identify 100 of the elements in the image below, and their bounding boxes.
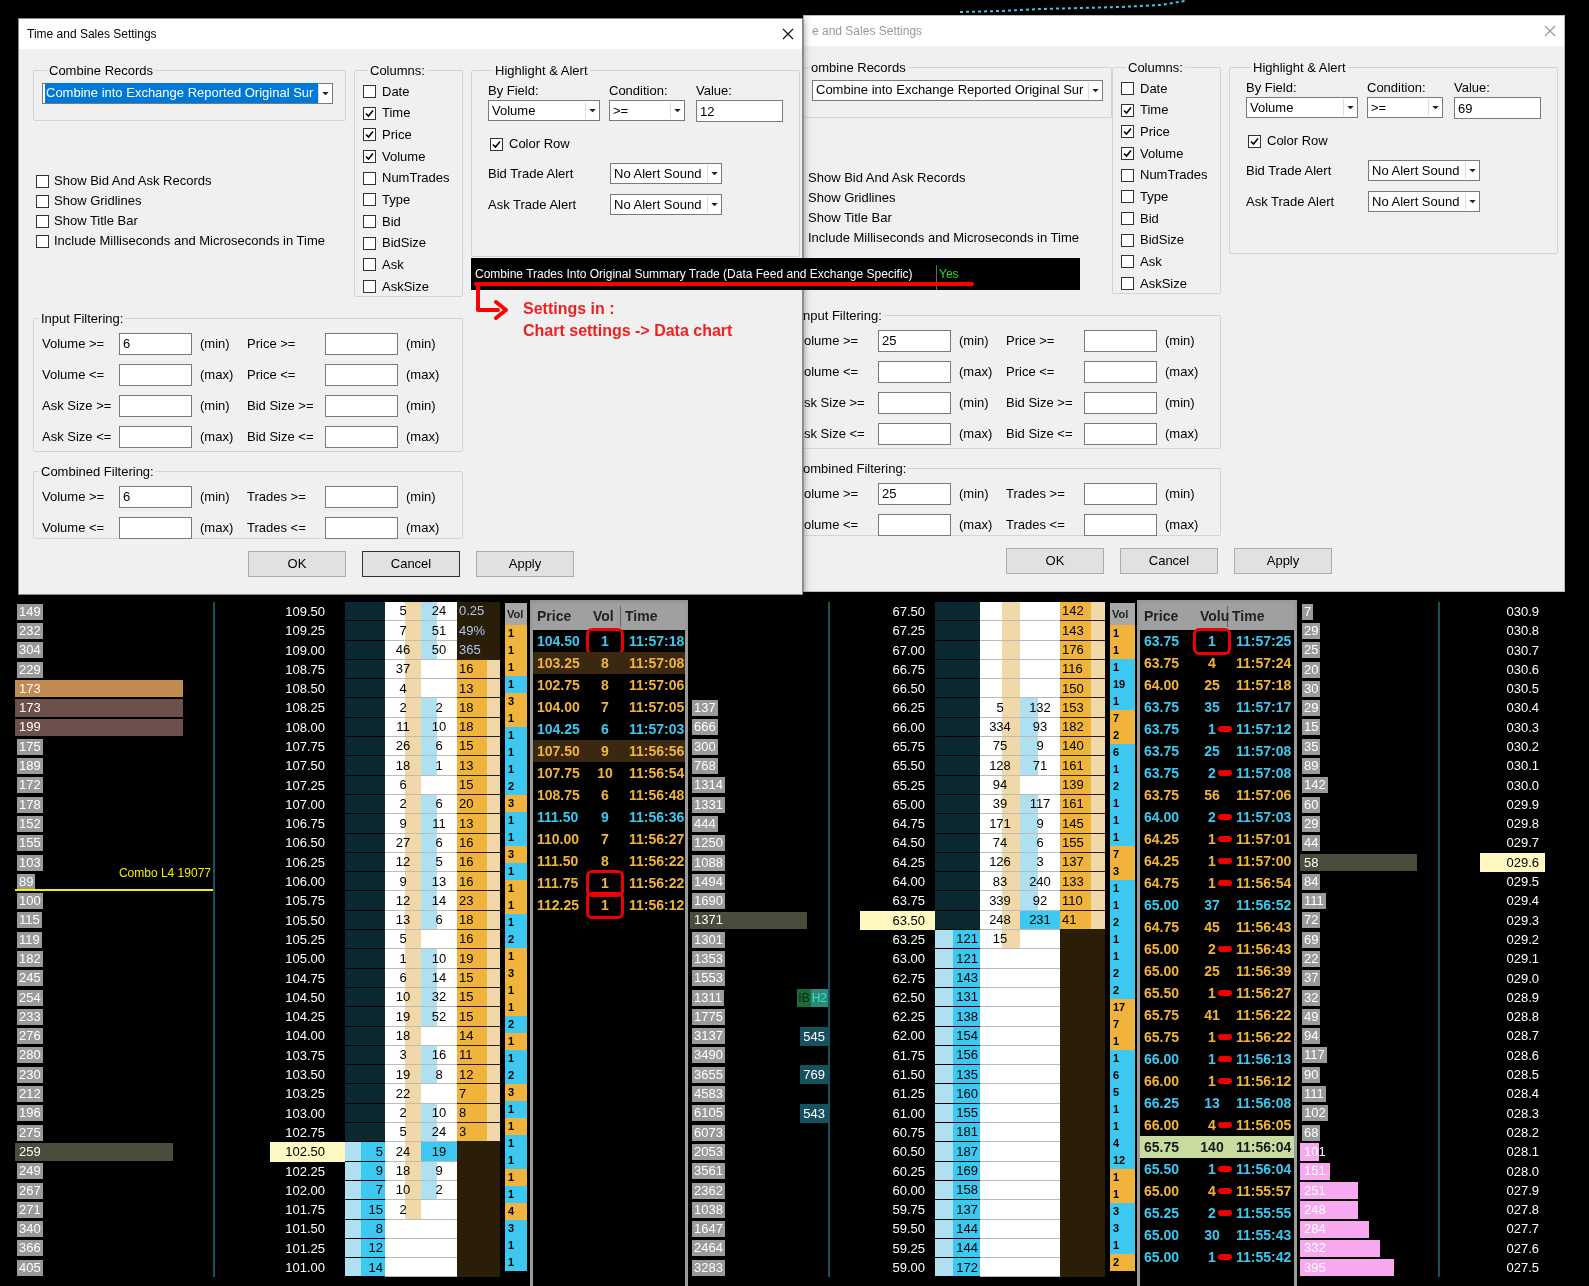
price-cell-text: 63.00 — [891, 950, 926, 969]
checkbox[interactable] — [363, 280, 376, 294]
text-field[interactable]: 69 — [1454, 97, 1541, 119]
field-label: Bid Size >= — [247, 396, 315, 415]
setting-name: Combine Trades Into Original Summary Trade (Data Feed and Exchange Specific) — [471, 265, 937, 290]
checkbox[interactable] — [1121, 103, 1134, 117]
option-label: Show Gridlines — [808, 189, 896, 208]
text-field[interactable] — [119, 363, 192, 386]
dialog-button[interactable]: OK — [1006, 548, 1104, 574]
trade-price: 66.00 — [1143, 1071, 1181, 1091]
text-field[interactable] — [878, 422, 951, 445]
field-label: Price >= — [1006, 331, 1056, 350]
text-field[interactable] — [1084, 513, 1157, 536]
profile-value: 249 — [17, 1163, 43, 1180]
text-field[interactable] — [1084, 422, 1157, 445]
checkbox[interactable] — [1121, 255, 1134, 269]
checkbox[interactable] — [1121, 233, 1134, 247]
text-field[interactable] — [325, 363, 398, 386]
checkbox[interactable] — [1121, 146, 1134, 160]
text-field[interactable] — [119, 394, 192, 417]
dropdown[interactable]: Combine into Exchange Reported Original Sur — [812, 79, 1103, 101]
checkbox[interactable] — [1248, 134, 1261, 148]
checkbox[interactable] — [1121, 190, 1134, 204]
checkbox[interactable] — [363, 214, 376, 228]
dropdown[interactable]: Volume — [1246, 97, 1358, 118]
text-field[interactable]: 12 — [696, 100, 783, 122]
text-field[interactable]: 25 — [878, 482, 951, 505]
checkbox[interactable] — [363, 258, 376, 272]
checkbox[interactable] — [36, 194, 49, 208]
checkbox[interactable] — [363, 149, 376, 163]
checkbox[interactable] — [1121, 168, 1134, 182]
table-cell: 15 — [980, 930, 1020, 950]
dropdown[interactable]: No Alert Sound — [610, 163, 722, 184]
text-field[interactable]: 25 — [878, 329, 951, 352]
checkbox[interactable] — [36, 214, 49, 228]
checkbox[interactable] — [363, 236, 376, 250]
table-cell: 93 — [1020, 717, 1060, 738]
text-field[interactable] — [1084, 482, 1157, 505]
checkbox[interactable] — [1121, 211, 1134, 225]
text-field[interactable] — [325, 332, 398, 355]
checkbox[interactable] — [1121, 277, 1134, 291]
profile-value: 37 — [1302, 970, 1321, 987]
trade-time: 11:57:18 — [1235, 675, 1292, 695]
price-cell-text: 104.25 — [284, 1008, 326, 1027]
table-cell: 18 — [385, 756, 421, 776]
bid-cell — [345, 910, 385, 931]
trade-price: 65.00 — [1143, 1181, 1181, 1201]
option-label: Show Bid And Ask Records — [54, 172, 212, 191]
text-field[interactable] — [878, 513, 951, 536]
dialog-button[interactable]: Cancel — [362, 551, 460, 577]
text-field[interactable] — [878, 360, 951, 383]
profile-value: 90 — [1302, 1066, 1321, 1083]
dialog-button[interactable]: Apply — [476, 551, 574, 577]
checkbox[interactable] — [36, 234, 49, 248]
table-cell: 37 — [385, 659, 421, 680]
checkbox[interactable] — [1121, 125, 1134, 139]
text-field[interactable] — [325, 516, 398, 539]
dropdown[interactable]: Volume — [488, 100, 600, 121]
option-label: Include Milliseconds and Microseconds in Time — [808, 229, 1079, 248]
text-field[interactable] — [878, 391, 951, 414]
text-field[interactable] — [119, 425, 192, 448]
checkbox[interactable] — [490, 137, 503, 151]
text-field[interactable] — [1084, 329, 1157, 352]
checkbox[interactable] — [363, 128, 376, 142]
checkbox[interactable] — [363, 193, 376, 207]
text-field[interactable] — [325, 394, 398, 417]
dropdown[interactable]: No Alert Sound — [610, 194, 722, 215]
dialog-button[interactable]: OK — [248, 551, 346, 577]
price-cell-text: 028.6 — [1505, 1046, 1540, 1065]
volume-cell: 1 — [1110, 693, 1135, 710]
profile-value: 199 — [18, 719, 42, 736]
text-field[interactable] — [119, 516, 192, 539]
checkbox[interactable] — [363, 171, 376, 185]
field-label: Ask Size >= — [42, 396, 113, 415]
close-icon[interactable] — [782, 28, 794, 40]
table-cell: 19 — [421, 1142, 457, 1162]
dropdown[interactable]: >= — [1367, 97, 1443, 118]
checkbox[interactable] — [36, 174, 49, 188]
text-field[interactable] — [325, 425, 398, 448]
text-field[interactable]: 6 — [119, 485, 192, 508]
text-field[interactable] — [1084, 360, 1157, 383]
bid-cell — [345, 1026, 385, 1046]
checkbox[interactable] — [363, 106, 376, 120]
histogram-value: 769 — [800, 1065, 828, 1085]
dialog-button[interactable]: Apply — [1234, 548, 1332, 574]
dropdown[interactable]: No Alert Sound — [1368, 191, 1480, 212]
dropdown[interactable]: No Alert Sound — [1368, 160, 1480, 181]
dropdown[interactable]: Combine into Exchange Reported Original Sur — [42, 82, 333, 104]
dropdown[interactable]: >= — [609, 100, 685, 121]
column-header: Time — [624, 607, 658, 626]
text-field[interactable] — [325, 485, 398, 508]
dialog-button[interactable]: Cancel — [1120, 548, 1218, 574]
column-label: Type — [1140, 188, 1169, 207]
text-field[interactable]: 6 — [119, 332, 192, 355]
table-cell — [421, 1238, 457, 1259]
volume-cell: 1 — [505, 812, 527, 829]
checkbox[interactable] — [1121, 81, 1134, 95]
checkbox[interactable] — [363, 84, 376, 98]
text-field[interactable] — [1084, 391, 1157, 414]
table-cell — [1020, 1026, 1060, 1046]
